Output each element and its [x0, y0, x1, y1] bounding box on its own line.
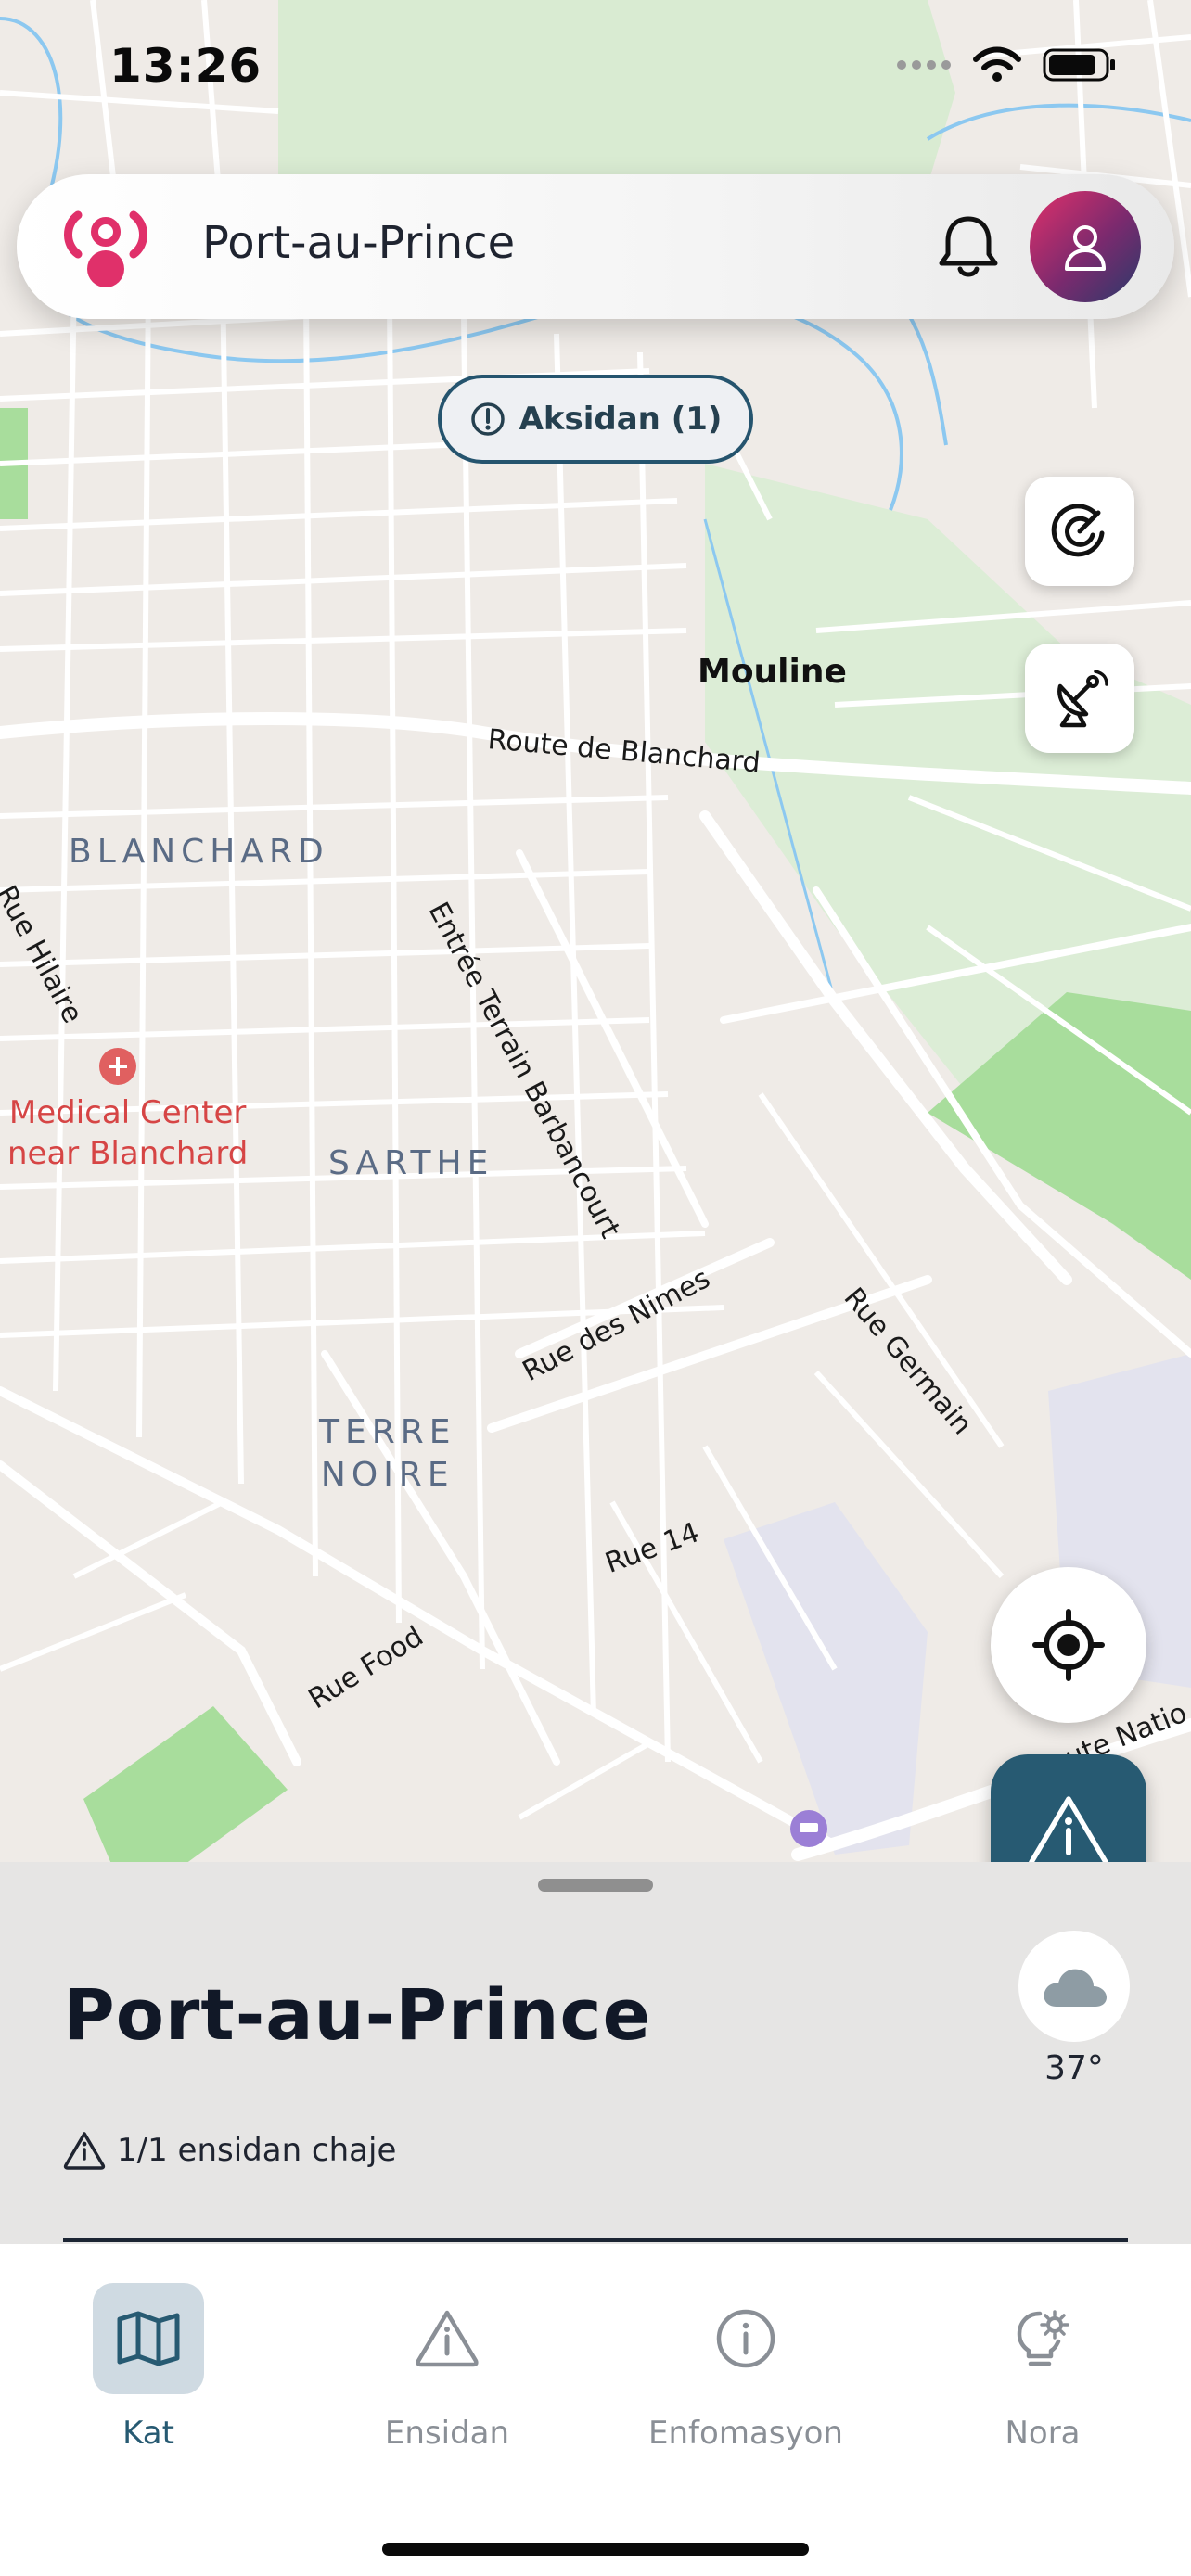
map-label-sarthe: SARTHE — [328, 1144, 494, 1182]
tab-icon-wrapper — [93, 2283, 204, 2394]
tab-label-kat: Kat — [122, 2415, 174, 2452]
tab-label-nora: Nora — [1005, 2415, 1081, 2452]
tab-icon-wrapper — [690, 2283, 801, 2394]
cellular-icon — [897, 60, 951, 70]
user-avatar-button[interactable] — [1030, 191, 1141, 302]
alert-circle-icon — [470, 402, 505, 436]
bottom-tab-bar: Kat Ensidan Enfomasyon Nora — [0, 2244, 1191, 2576]
user-icon — [1065, 225, 1106, 271]
battery-icon — [1043, 48, 1115, 82]
warning-icon — [416, 2310, 479, 2367]
incident-chip-label: Aksidan (1) — [519, 401, 723, 438]
map-icon — [117, 2311, 180, 2366]
my-location-button[interactable] — [991, 1567, 1146, 1723]
temperature-label: 37° — [1044, 2049, 1104, 2087]
terre-noire-line1: TERRE — [319, 1413, 456, 1451]
incident-filter-chip[interactable]: Aksidan (1) — [438, 375, 753, 464]
wifi-icon — [973, 46, 1021, 82]
terre-noire-line2: NOIRE — [320, 1456, 455, 1494]
sheet-title: Port-au-Prince — [63, 1973, 652, 2056]
info-icon — [716, 2309, 775, 2368]
incident-count: 1/1 ensidan chaje — [63, 2131, 396, 2170]
status-time: 13:26 — [109, 39, 263, 93]
status-icons — [896, 46, 1117, 83]
medical-center-line2: near Blanchard — [7, 1135, 249, 1172]
current-location-label[interactable]: Port-au-Prince — [202, 217, 515, 269]
tab-label-ensidan: Ensidan — [384, 2415, 510, 2452]
notification-bell-icon[interactable] — [933, 211, 1004, 282]
location-bottom-sheet[interactable]: Port-au-Prince 1/1 ensidan chaje — [0, 1862, 1191, 2248]
warning-icon — [63, 2132, 106, 2170]
tab-nora[interactable]: Nora — [931, 2283, 1154, 2468]
satellite-view-button[interactable] — [1025, 644, 1134, 753]
sheet-drag-handle[interactable] — [538, 1879, 653, 1892]
crosshair-icon — [1032, 1609, 1105, 1681]
cloud-icon — [1044, 1969, 1107, 2007]
tab-enfomasyon[interactable]: Enfomasyon — [634, 2283, 857, 2468]
tab-label-enfomasyon: Enfomasyon — [648, 2415, 843, 2452]
bulb-gear-icon — [1017, 2310, 1069, 2366]
medical-center-line1: Medical Center — [8, 1094, 247, 1131]
tab-kat[interactable]: Kat — [37, 2283, 260, 2468]
incident-count-label: 1/1 ensidan chaje — [117, 2132, 397, 2169]
tab-ensidan[interactable]: Ensidan — [336, 2283, 558, 2468]
map-label-mouline: Mouline — [698, 653, 847, 691]
sheet-divider — [63, 2238, 1128, 2242]
warning-info-icon — [1028, 1796, 1109, 1870]
tab-icon-wrapper — [987, 2283, 1098, 2394]
home-indicator — [382, 2543, 809, 2556]
compass-dial-icon — [1051, 504, 1105, 557]
map-label-blanchard: BLANCHARD — [69, 833, 329, 871]
satellite-dish-icon — [1057, 670, 1108, 728]
weather-badge[interactable] — [1018, 1931, 1130, 2042]
map-label-terre-noire: TERRE NOIRE — [319, 1411, 456, 1497]
map-label-medical-center: Medical Center near Blanchard — [7, 1092, 248, 1174]
map-style-button[interactable] — [1025, 477, 1134, 586]
app-logo-icon — [64, 210, 147, 287]
location-search-bar[interactable]: Port-au-Prince — [17, 174, 1174, 319]
tab-icon-wrapper — [391, 2283, 503, 2394]
